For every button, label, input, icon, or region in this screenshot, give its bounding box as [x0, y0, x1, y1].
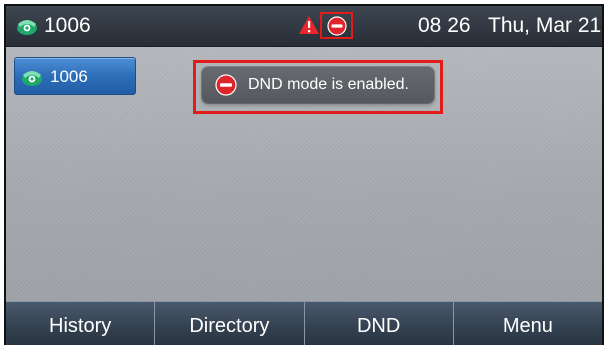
softkey-label: DND — [356, 315, 401, 337]
status-account: 1006 — [44, 14, 91, 37]
line-key-1006[interactable]: 1006 — [14, 57, 136, 95]
line-key-label: 1006 — [50, 67, 88, 86]
warning-icon — [298, 15, 320, 35]
popup-message: DND mode is enabled. — [248, 76, 409, 93]
softkey-label: Menu — [502, 315, 553, 337]
phone-icon — [21, 67, 43, 87]
phone-screen: 1006 08 26 Thu, Mar 21 1006 DND mode is … — [4, 4, 604, 345]
softkey-dnd[interactable]: DND — [303, 301, 453, 345]
softkey-label: Directory — [189, 315, 270, 337]
dnd-icon — [215, 74, 237, 96]
status-bar: 1006 08 26 Thu, Mar 21 — [6, 6, 602, 47]
softkey-menu[interactable]: Menu — [452, 301, 602, 345]
softkey-history[interactable]: History — [6, 301, 155, 345]
dnd-status-icon — [320, 12, 353, 39]
softkey-directory[interactable]: Directory — [154, 301, 304, 345]
softkey-label: History — [49, 315, 112, 337]
phone-icon — [16, 16, 38, 36]
dnd-popup: DND mode is enabled. — [202, 67, 434, 103]
dnd-icon — [326, 15, 347, 36]
status-date: Thu, Mar 21 — [488, 14, 602, 37]
status-time: 08 26 — [418, 14, 471, 37]
softkey-bar: History Directory DND Menu — [6, 301, 602, 345]
